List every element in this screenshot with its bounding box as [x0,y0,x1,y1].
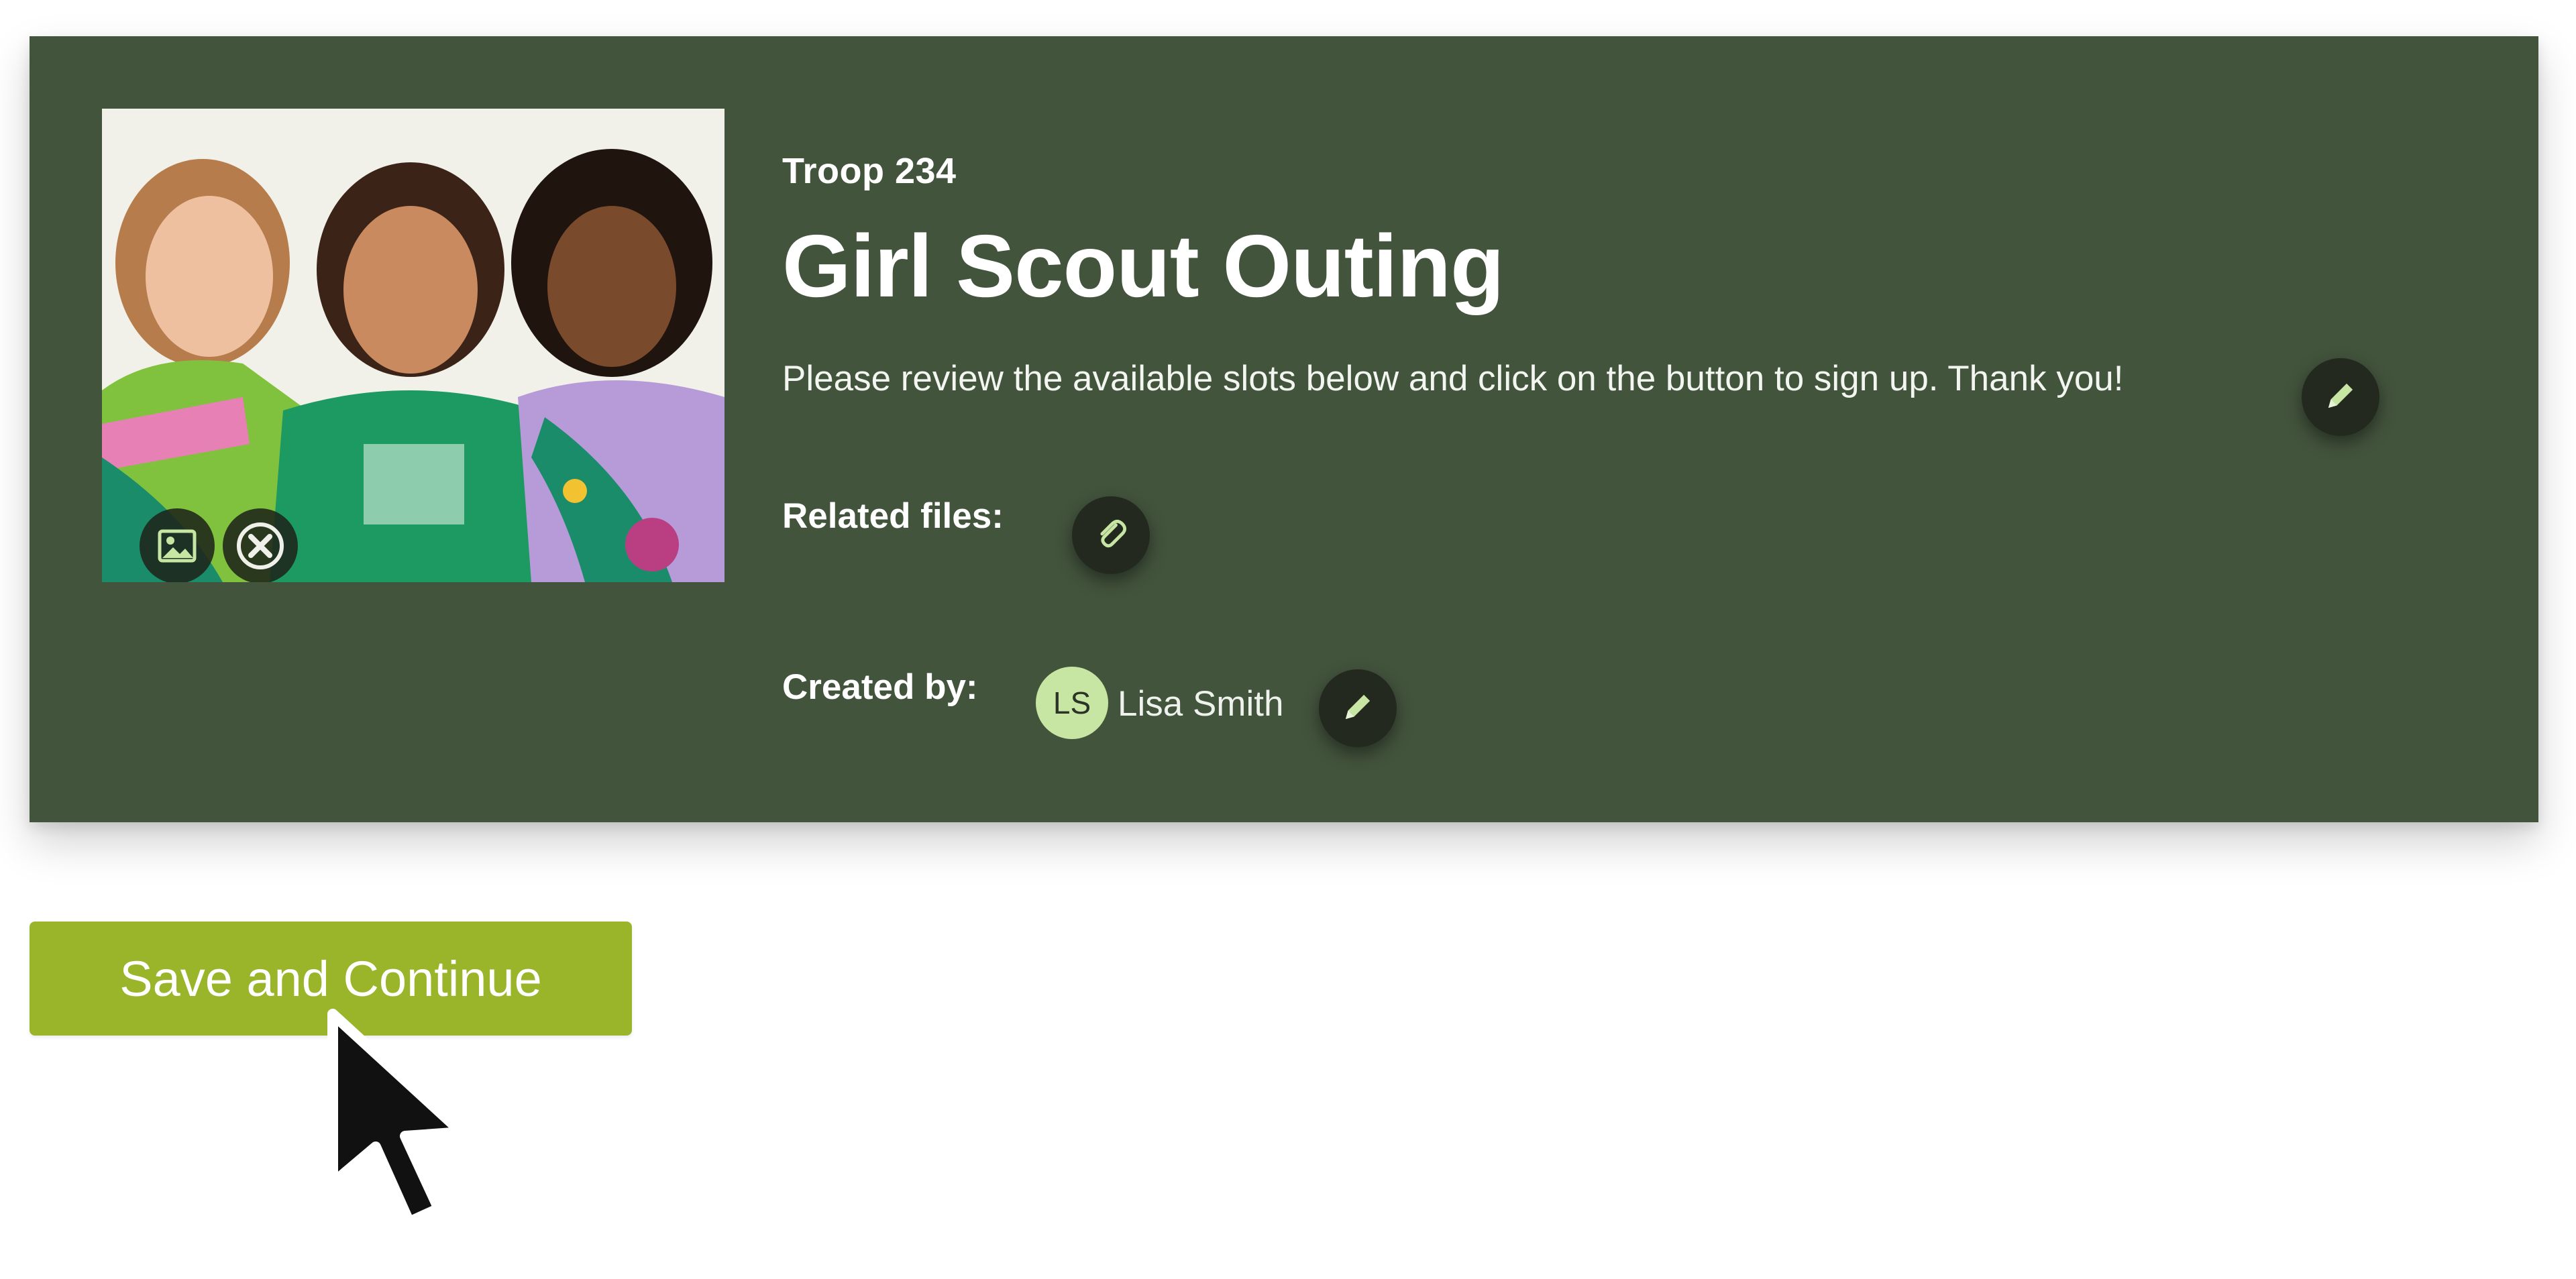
event-photo [102,109,724,582]
event-header-card: Troop 234 Girl Scout Outing Please revie… [30,36,2538,822]
remove-image-button[interactable] [223,508,298,582]
image-icon [156,527,199,565]
related-files-label: Related files: [782,496,1004,536]
attach-file-button[interactable] [1072,496,1150,574]
pencil-icon [1338,687,1377,730]
created-by-label: Created by: [782,667,978,707]
event-title: Girl Scout Outing [782,217,1505,315]
event-description: Please review the available slots below … [782,359,2124,398]
troop-name: Troop 234 [782,151,957,191]
related-files-row: Related files: [782,496,1004,537]
pencil-icon [2321,376,2360,419]
edit-description-button[interactable] [2302,358,2379,436]
creator-name: Lisa Smith [1118,684,1284,724]
edit-creator-button[interactable] [1319,669,1397,747]
mouse-pointer-icon [321,1003,475,1235]
page: Troop 234 Girl Scout Outing Please revie… [0,0,2576,1279]
girl-scouts-photo [102,109,724,582]
avatar: LS [1036,667,1108,739]
replace-image-button[interactable] [140,508,215,582]
close-icon [236,522,284,570]
paperclip-icon [1091,514,1131,557]
creator-row: Created by: [782,667,978,708]
event-details: Troop 234 Girl Scout Outing Please revie… [782,36,2538,822]
